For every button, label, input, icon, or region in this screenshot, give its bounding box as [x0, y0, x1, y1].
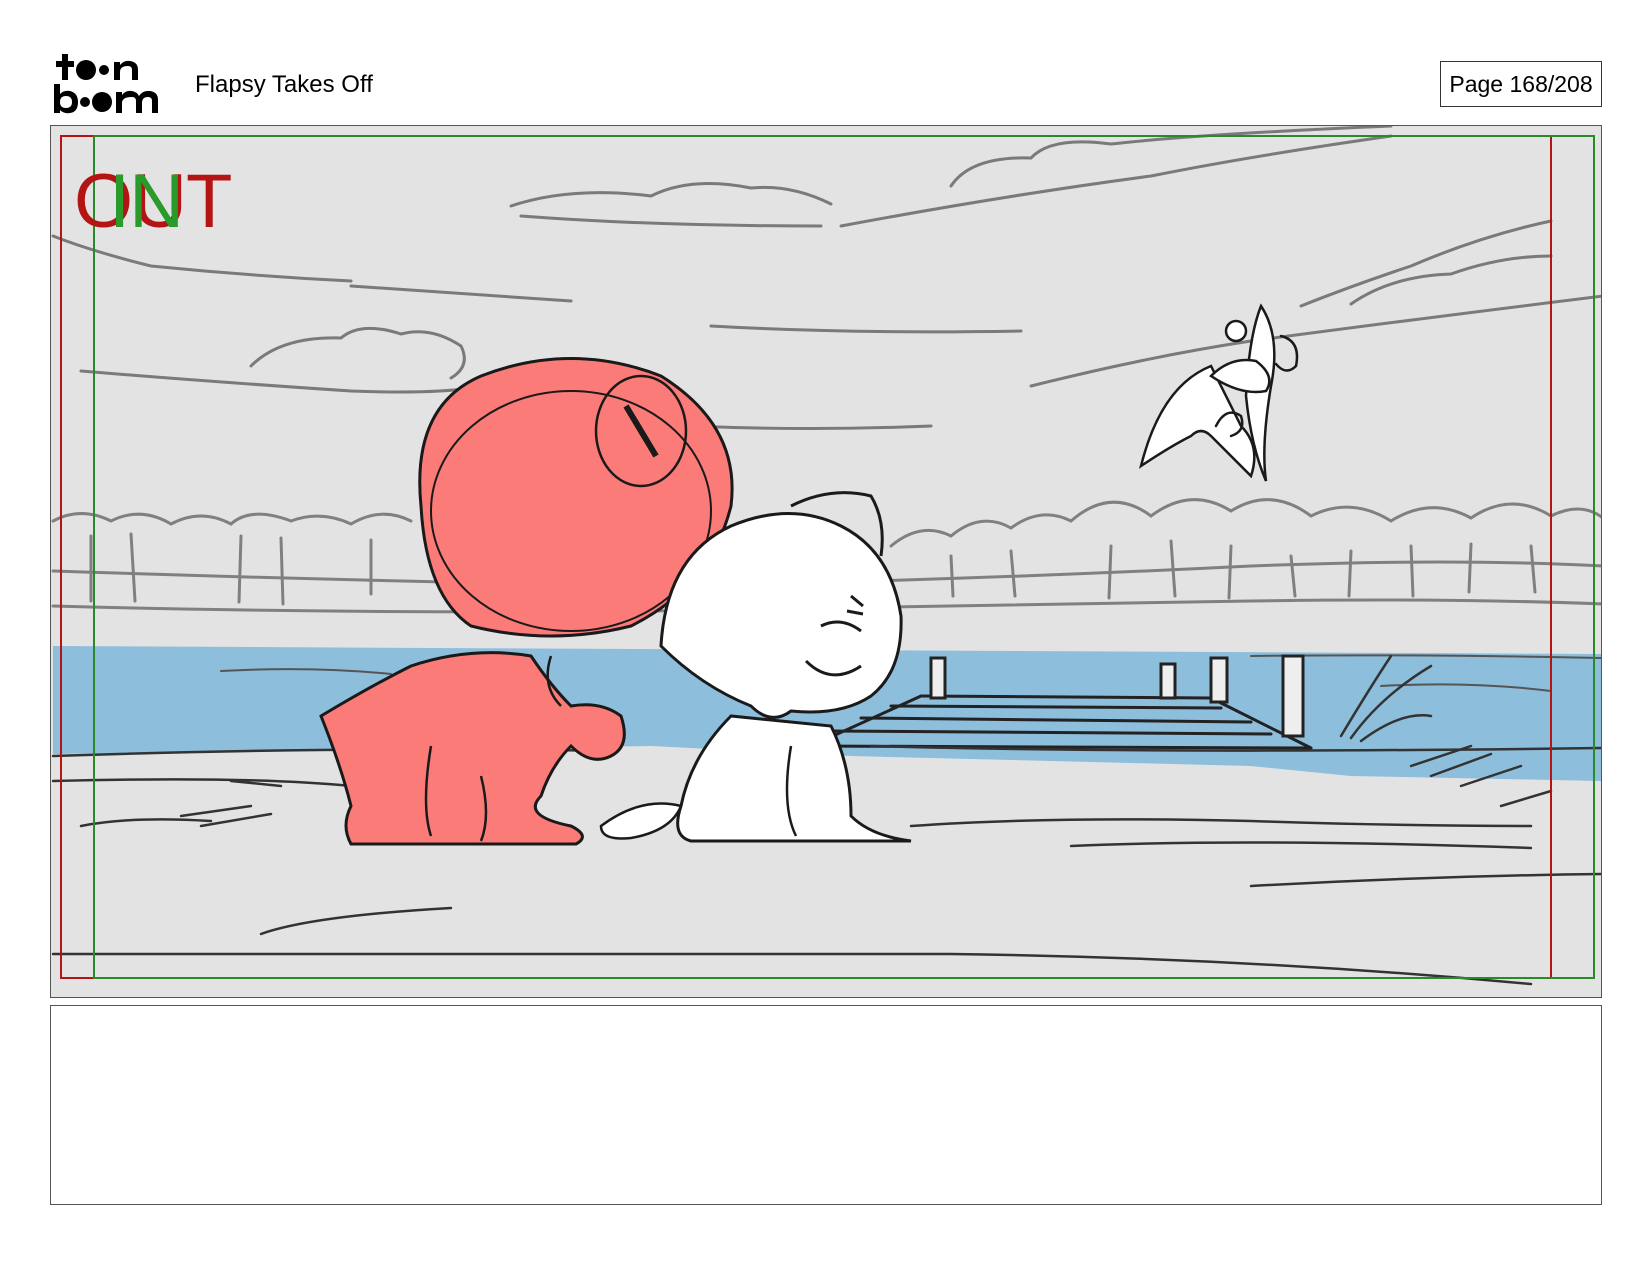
- panel-sketch: [51, 126, 1601, 997]
- page-number-label: Page 168/208: [1449, 70, 1593, 97]
- page-number-box: Page 168/208: [1440, 61, 1602, 107]
- toon-boom-logo-icon: [54, 54, 158, 114]
- panel-notes-box[interactable]: [50, 1005, 1602, 1205]
- toon-boom-logo: [52, 52, 172, 116]
- in-marker: IN: [109, 159, 184, 244]
- storyboard-title: Flapsy Takes Off: [195, 71, 373, 98]
- storyboard-panel: OUT IN: [50, 125, 1602, 998]
